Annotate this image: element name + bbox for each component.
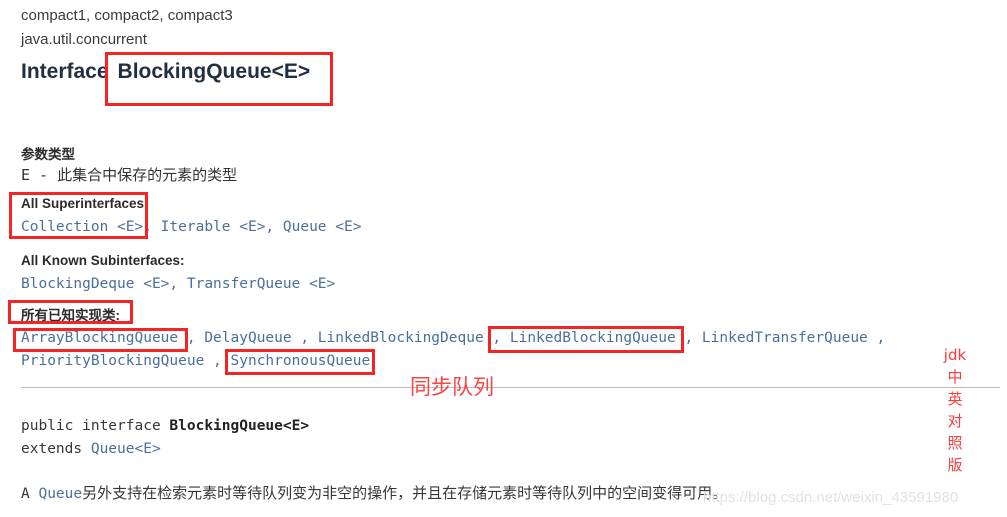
signature-type-name: BlockingQueue<E>: [169, 418, 310, 434]
vertical-label-char-2: 英: [947, 390, 963, 408]
subinterfaces-label: All Known Subinterfaces:: [21, 253, 185, 268]
signature-line-1: public interface BlockingQueue<E>: [21, 418, 309, 434]
implementing-classes-line-2[interactable]: PriorityBlockingQueue , SynchronousQueue: [21, 353, 370, 369]
breadcrumb-package: java.util.concurrent: [21, 31, 147, 48]
type-parameter-entry: E - 此集合中保存的元素的类型: [21, 166, 238, 184]
subinterfaces-list[interactable]: BlockingDeque <E>, TransferQueue <E>: [21, 276, 335, 292]
watermark-url: https://blog.csdn.net/weixin_43591980: [703, 489, 959, 506]
signature-extends-keyword: extends: [21, 441, 91, 457]
signature-modifiers: public interface: [21, 418, 170, 434]
javadoc-page: compact1, compact2, compact3 java.util.c…: [0, 0, 1007, 517]
vertical-label-char-5: 版: [947, 456, 963, 474]
vertical-label-char-0: jdk: [943, 346, 967, 364]
page-title-keyword: Interface: [21, 60, 109, 83]
vertical-label-char-1: 中: [947, 368, 963, 386]
description-paragraph: A Queue另外支持在检索元素时等待队列变为非空的操作，并且在存储元素时等待队…: [21, 482, 727, 503]
type-parameters-label: 参数类型: [21, 147, 75, 162]
annotation-sync-queue: 同步队列: [410, 375, 494, 399]
description-text: 另外支持在检索元素时等待队列变为非空的操作，并且在存储元素时等待队列中的空间变得…: [82, 485, 728, 502]
signature-supertype-link[interactable]: Queue<E>: [91, 441, 161, 457]
vertical-label-char-3: 对: [947, 412, 963, 430]
superinterfaces-label: All Superinterfaces:: [21, 196, 149, 211]
page-title: Interface BlockingQueue<E>: [21, 60, 310, 84]
page-title-name: BlockingQueue<E>: [117, 60, 311, 83]
breadcrumb-modules: compact1, compact2, compact3: [21, 7, 233, 24]
horizontal-divider: [21, 387, 1000, 388]
signature-line-2: extends Queue<E>: [21, 441, 161, 457]
description-queue-link[interactable]: Queue: [38, 486, 82, 502]
vertical-label-char-4: 照: [947, 434, 963, 452]
annotation-vertical-label: jdk 中 英 对 照 版: [942, 344, 968, 476]
implementing-classes-line-1[interactable]: ArrayBlockingQueue , DelayQueue , Linked…: [21, 330, 885, 346]
implementing-classes-label: 所有已知实现类:: [21, 308, 120, 323]
superinterfaces-list[interactable]: Collection <E>, Iterable <E>, Queue <E>: [21, 219, 361, 235]
description-prefix: A: [21, 486, 39, 502]
